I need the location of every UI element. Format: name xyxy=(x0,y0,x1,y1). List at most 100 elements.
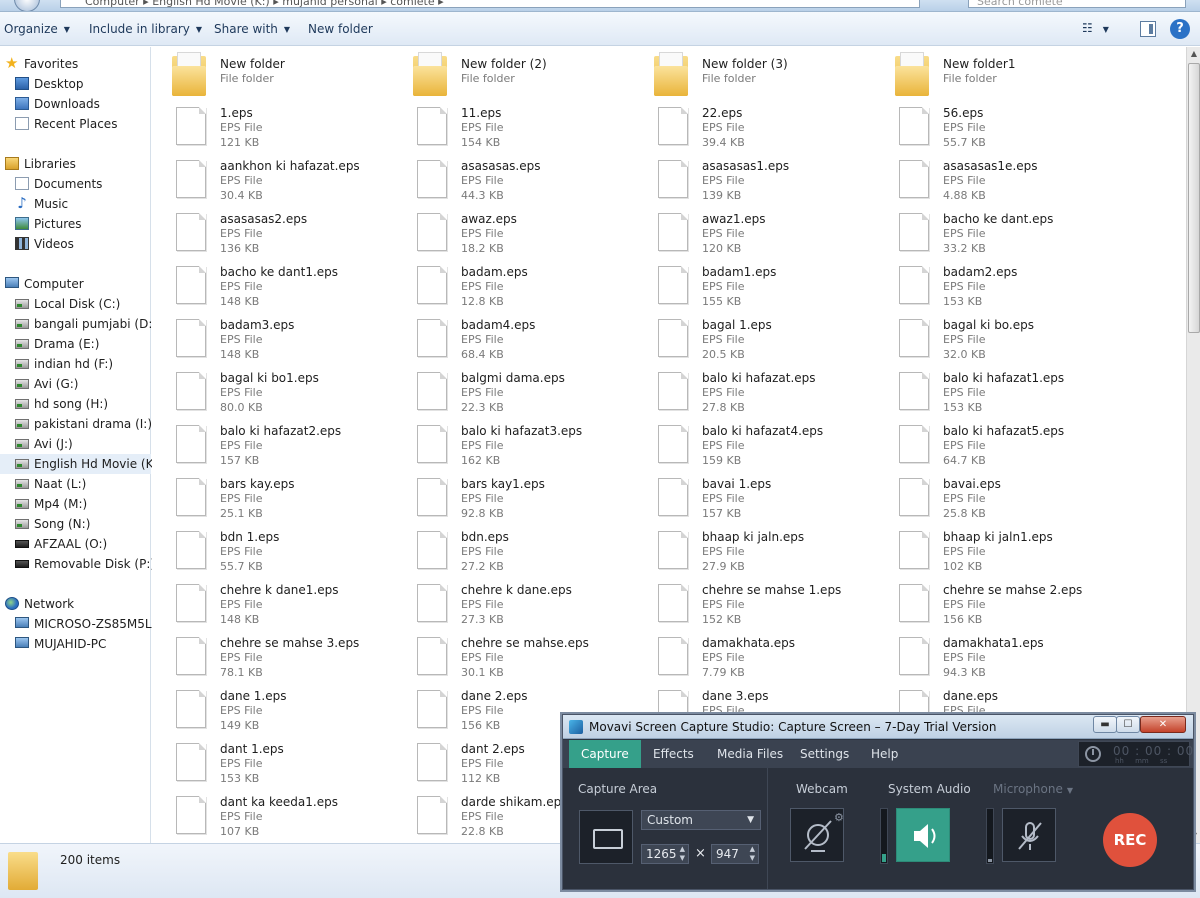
file-item[interactable]: balgmi dama.eps EPS File 22.3 KB xyxy=(393,366,623,416)
tab-help[interactable]: Help xyxy=(859,740,910,768)
nav-item-pictures[interactable]: Pictures xyxy=(0,214,151,234)
scroll-up-icon[interactable]: ▲ xyxy=(1188,47,1200,61)
nav-drive-5[interactable]: hd song (H:) xyxy=(0,394,151,414)
nav-network-0[interactable]: MICROSO-ZS85M5L xyxy=(0,614,152,634)
help-icon[interactable]: ? xyxy=(1170,19,1190,39)
nav-drive-13[interactable]: Removable Disk (P:) xyxy=(0,554,155,574)
file-item[interactable]: dant ka keeda1.eps EPS File 107 KB xyxy=(152,790,382,840)
tab-media-files[interactable]: Media Files xyxy=(705,740,795,768)
file-item[interactable]: bdn 1.eps EPS File 55.7 KB xyxy=(152,525,382,575)
webcam-settings-icon[interactable]: ⚙ xyxy=(834,811,844,824)
file-item[interactable]: bars kay1.eps EPS File 92.8 KB xyxy=(393,472,623,522)
nav-favorites[interactable]: ★ Favorites xyxy=(0,54,151,74)
nav-drive-9[interactable]: Naat (L:) xyxy=(0,474,151,494)
file-item[interactable]: chehre se mahse 1.eps EPS File 152 KB xyxy=(634,578,864,628)
file-item[interactable]: asasasas1e.eps EPS File 4.88 KB xyxy=(875,154,1105,204)
include-in-library-button[interactable]: Include in library ▼ xyxy=(89,22,202,36)
file-item[interactable]: chehre k dane.eps EPS File 27.3 KB xyxy=(393,578,623,628)
file-item[interactable]: bavai 1.eps EPS File 157 KB xyxy=(634,472,864,522)
nav-drive-10[interactable]: Mp4 (M:) xyxy=(0,494,151,514)
nav-libraries[interactable]: Libraries xyxy=(0,154,151,174)
folder-item[interactable]: New folder File folder xyxy=(152,52,382,102)
nav-drive-4[interactable]: Avi (G:) xyxy=(0,374,151,394)
file-item[interactable]: chehre se mahse 2.eps EPS File 156 KB xyxy=(875,578,1105,628)
file-item[interactable]: awaz.eps EPS File 18.2 KB xyxy=(393,207,623,257)
nav-drive-8[interactable]: English Hd Movie (K:) xyxy=(0,454,162,474)
file-item[interactable]: awaz1.eps EPS File 120 KB xyxy=(634,207,864,257)
nav-drive-12[interactable]: AFZAAL (O:) xyxy=(0,534,151,554)
schedule-timer[interactable]: 00 : 00 : 00 hh mm ss xyxy=(1078,741,1193,767)
nav-drive-2[interactable]: Drama (E:) xyxy=(0,334,151,354)
spinner-icon[interactable]: ▲ ▼ xyxy=(680,845,685,863)
file-item[interactable]: damakhata1.eps EPS File 94.3 KB xyxy=(875,631,1105,681)
nav-computer[interactable]: Computer xyxy=(0,274,151,294)
file-item[interactable]: bacho ke dant.eps EPS File 33.2 KB xyxy=(875,207,1105,257)
nav-item-desktop[interactable]: Desktop xyxy=(0,74,151,94)
file-item[interactable]: badam3.eps EPS File 148 KB xyxy=(152,313,382,363)
file-item[interactable]: balo ki hafazat.eps EPS File 27.8 KB xyxy=(634,366,864,416)
folder-item[interactable]: New folder (3) File folder xyxy=(634,52,864,102)
search-input[interactable]: Search comlete xyxy=(968,0,1186,8)
movavi-title-bar[interactable]: Movavi Screen Capture Studio: Capture Sc… xyxy=(563,715,1193,739)
file-item[interactable]: bhaap ki jaln1.eps EPS File 102 KB xyxy=(875,525,1105,575)
nav-item-documents[interactable]: Documents xyxy=(0,174,151,194)
new-folder-button[interactable]: New folder xyxy=(308,22,373,36)
nav-drive-11[interactable]: Song (N:) xyxy=(0,514,151,534)
height-input[interactable]: 947 ▲ ▼ xyxy=(711,844,759,864)
tab-capture[interactable]: Capture xyxy=(569,740,641,768)
file-item[interactable]: chehre k dane1.eps EPS File 148 KB xyxy=(152,578,382,628)
microphone-label[interactable]: Microphone ▼ xyxy=(993,782,1073,796)
file-item[interactable]: bagal ki bo1.eps EPS File 80.0 KB xyxy=(152,366,382,416)
nav-network[interactable]: Network xyxy=(0,594,151,614)
file-item[interactable]: badam4.eps EPS File 68.4 KB xyxy=(393,313,623,363)
scrollbar-thumb[interactable] xyxy=(1188,63,1200,333)
file-item[interactable]: bavai.eps EPS File 25.8 KB xyxy=(875,472,1105,522)
folder-item[interactable]: New folder1 File folder xyxy=(875,52,1105,102)
preview-pane-icon[interactable] xyxy=(1140,21,1156,37)
file-item[interactable]: balo ki hafazat2.eps EPS File 157 KB xyxy=(152,419,382,469)
file-item[interactable]: balo ki hafazat1.eps EPS File 153 KB xyxy=(875,366,1105,416)
file-item[interactable]: damakhata.eps EPS File 7.79 KB xyxy=(634,631,864,681)
spinner-icon[interactable]: ▲ ▼ xyxy=(750,845,755,863)
file-item[interactable]: asasasas1.eps EPS File 139 KB xyxy=(634,154,864,204)
alarm-clock-icon[interactable] xyxy=(1085,746,1101,762)
file-item[interactable]: aankhon ki hafazat.eps EPS File 30.4 KB xyxy=(152,154,382,204)
share-with-button[interactable]: Share with ▼ xyxy=(214,22,290,36)
nav-drive-0[interactable]: Local Disk (C:) xyxy=(0,294,151,314)
select-area-button[interactable] xyxy=(579,810,633,864)
file-item[interactable]: asasasas.eps EPS File 44.3 KB xyxy=(393,154,623,204)
file-item[interactable]: 22.eps EPS File 39.4 KB xyxy=(634,101,864,151)
tab-effects[interactable]: Effects xyxy=(641,740,706,768)
file-item[interactable]: balo ki hafazat3.eps EPS File 162 KB xyxy=(393,419,623,469)
file-item[interactable]: bacho ke dant1.eps EPS File 148 KB xyxy=(152,260,382,310)
width-input[interactable]: 1265 ▲ ▼ xyxy=(641,844,689,864)
nav-item-downloads[interactable]: Downloads xyxy=(0,94,151,114)
file-item[interactable]: bars kay.eps EPS File 25.1 KB xyxy=(152,472,382,522)
file-item[interactable]: badam1.eps EPS File 155 KB xyxy=(634,260,864,310)
rec-button[interactable]: REC xyxy=(1103,813,1157,867)
organize-button[interactable]: Organize ▼ xyxy=(4,22,70,36)
minimize-button[interactable]: ▬ xyxy=(1093,716,1117,733)
file-item[interactable]: bdn.eps EPS File 27.2 KB xyxy=(393,525,623,575)
maximize-button[interactable]: ☐ xyxy=(1116,716,1140,733)
nav-drive-7[interactable]: Avi (J:) xyxy=(0,434,151,454)
file-item[interactable]: chehre se mahse.eps EPS File 30.1 KB xyxy=(393,631,623,681)
breadcrumb[interactable]: Computer ▸ English Hd Movie (K:) ▸ mujah… xyxy=(60,0,920,8)
file-item[interactable]: dant 1.eps EPS File 153 KB xyxy=(152,737,382,787)
system-audio-toggle[interactable] xyxy=(896,808,950,862)
back-button[interactable] xyxy=(14,0,40,11)
nav-item-recent-places[interactable]: Recent Places xyxy=(0,114,151,134)
file-item[interactable]: chehre se mahse 3.eps EPS File 78.1 KB xyxy=(152,631,382,681)
file-item[interactable]: balo ki hafazat4.eps EPS File 159 KB xyxy=(634,419,864,469)
file-item[interactable]: 1.eps EPS File 121 KB xyxy=(152,101,382,151)
file-item[interactable]: asasasas2.eps EPS File 136 KB xyxy=(152,207,382,257)
file-item[interactable]: 56.eps EPS File 55.7 KB xyxy=(875,101,1105,151)
microphone-toggle[interactable] xyxy=(1002,808,1056,862)
file-item[interactable]: dane 1.eps EPS File 149 KB xyxy=(152,684,382,734)
change-view-button[interactable]: ☷ ▼ xyxy=(1082,21,1124,39)
file-item[interactable]: 11.eps EPS File 154 KB xyxy=(393,101,623,151)
nav-drive-6[interactable]: pakistani drama (I:) xyxy=(0,414,152,434)
nav-drive-1[interactable]: bangali pumjabi (D:) xyxy=(0,314,157,334)
file-item[interactable]: badam.eps EPS File 12.8 KB xyxy=(393,260,623,310)
tab-settings[interactable]: Settings xyxy=(788,740,861,768)
